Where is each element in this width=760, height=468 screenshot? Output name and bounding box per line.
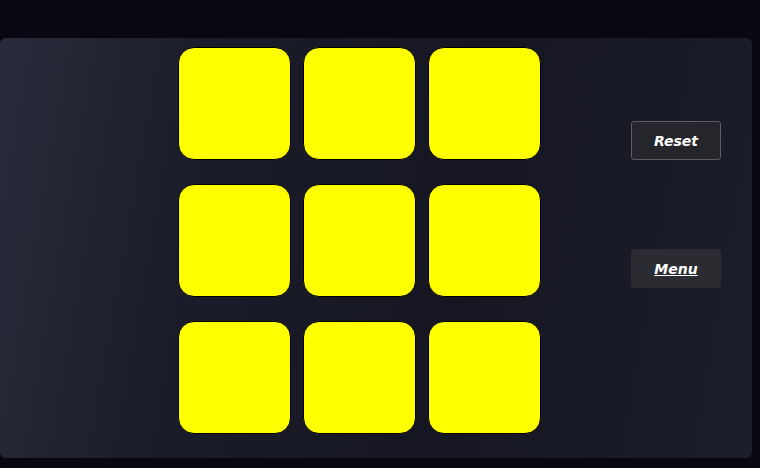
tile[interactable]: [428, 184, 541, 297]
tile-board: [178, 47, 541, 434]
tile[interactable]: [303, 184, 416, 297]
game-screen: Reset Menu: [0, 0, 760, 468]
tile[interactable]: [178, 47, 291, 160]
reset-button[interactable]: Reset: [631, 121, 721, 160]
control-panel: Reset Menu: [631, 47, 721, 434]
tile[interactable]: [428, 321, 541, 434]
menu-button[interactable]: Menu: [631, 249, 721, 288]
tile[interactable]: [178, 321, 291, 434]
tile[interactable]: [178, 184, 291, 297]
tile[interactable]: [303, 321, 416, 434]
tile[interactable]: [428, 47, 541, 160]
tile[interactable]: [303, 47, 416, 160]
